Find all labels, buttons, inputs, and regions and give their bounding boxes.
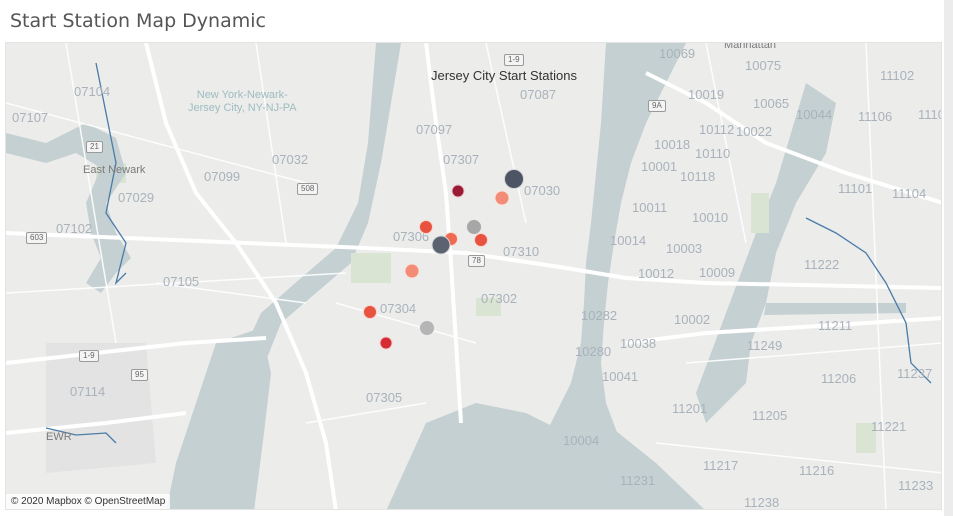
road-shield: 9A bbox=[648, 100, 666, 112]
zip-label: 11238 bbox=[744, 495, 780, 510]
road-shield: 21 bbox=[86, 141, 103, 153]
zip-label: 10022 bbox=[736, 124, 773, 139]
zip-label: 07030 bbox=[524, 183, 561, 198]
zip-label: 10075 bbox=[745, 58, 782, 73]
zip-label: 11101 bbox=[838, 181, 873, 196]
newtown-creek bbox=[764, 303, 906, 315]
park bbox=[351, 253, 391, 283]
place-label-ewr: EWR bbox=[46, 431, 72, 443]
zip-label: 07107 bbox=[12, 110, 49, 125]
zip-label: 10003 bbox=[666, 241, 703, 256]
map-attribution[interactable]: © 2020 Mapbox © OpenStreetMap bbox=[6, 494, 171, 509]
zip-label: 11217 bbox=[703, 458, 739, 473]
zip-label: 11102 bbox=[880, 68, 915, 83]
zip-label: 07310 bbox=[503, 244, 540, 259]
zip-label: 07305 bbox=[366, 390, 403, 405]
zip-label: 10069 bbox=[659, 46, 696, 61]
zip-label: 11206 bbox=[821, 371, 857, 386]
zip-label: 11201 bbox=[672, 401, 708, 416]
place-label-airport: New York-Newark- Jersey City, NY-NJ-PA bbox=[188, 89, 297, 114]
zip-label: 07102 bbox=[56, 221, 93, 236]
road-shield: 508 bbox=[297, 183, 319, 195]
zip-label: 11211 bbox=[818, 318, 853, 333]
zip-label: 07032 bbox=[272, 152, 309, 167]
station-marker[interactable] bbox=[474, 233, 488, 247]
zip-label: 10002 bbox=[674, 312, 711, 327]
zip-label: 07104 bbox=[74, 84, 111, 99]
place-label-east-newark: East Newark bbox=[83, 164, 146, 176]
zip-label: 11249 bbox=[747, 338, 783, 353]
station-marker[interactable] bbox=[494, 190, 510, 206]
station-marker[interactable] bbox=[419, 220, 433, 234]
zip-label: 11233 bbox=[898, 478, 934, 493]
zip-label: 11221 bbox=[871, 419, 907, 434]
station-marker[interactable] bbox=[363, 305, 377, 319]
road-shield: 603 bbox=[26, 232, 48, 244]
zip-label: 10118 bbox=[680, 169, 716, 184]
station-marker[interactable] bbox=[431, 235, 451, 255]
zip-label: 10110 bbox=[695, 146, 731, 161]
airport-area bbox=[46, 343, 156, 473]
zip-label: 10001 bbox=[641, 159, 678, 174]
station-marker[interactable] bbox=[379, 336, 393, 350]
zip-label: 10112 bbox=[699, 122, 735, 137]
zip-label: 07304 bbox=[380, 301, 417, 316]
zip-label: 10014 bbox=[610, 233, 647, 248]
zip-label: 10012 bbox=[638, 266, 675, 281]
station-map[interactable]: Manhattan East Newark EWR New York-Newar… bbox=[5, 42, 942, 510]
zip-label: 10044 bbox=[796, 107, 833, 122]
zip-label: 07105 bbox=[163, 274, 200, 289]
zip-label: 07029 bbox=[118, 190, 155, 205]
scrollbar-track[interactable] bbox=[944, 0, 953, 516]
place-label-manhattan: Manhattan bbox=[724, 42, 776, 51]
zip-label: 11106 bbox=[858, 109, 893, 124]
zip-label: 07097 bbox=[416, 122, 453, 137]
zip-label: 10009 bbox=[699, 265, 736, 280]
zip-label: 07087 bbox=[520, 87, 557, 102]
zip-label: 11231 bbox=[620, 473, 656, 488]
zip-label: 07307 bbox=[443, 152, 480, 167]
zip-label: 11237 bbox=[897, 366, 933, 381]
zip-label: 10282 bbox=[581, 308, 618, 323]
zip-label: 11222 bbox=[804, 257, 840, 272]
road-shield: 95 bbox=[131, 369, 148, 381]
station-marker[interactable] bbox=[504, 169, 524, 189]
road-shield: 78 bbox=[468, 255, 485, 267]
zip-label: 10018 bbox=[654, 137, 691, 152]
zip-label: 1110 bbox=[918, 107, 941, 122]
station-marker[interactable] bbox=[404, 263, 420, 279]
station-marker[interactable] bbox=[451, 184, 465, 198]
zip-label: 07114 bbox=[70, 384, 106, 399]
zip-label: 10010 bbox=[692, 210, 729, 225]
dashboard-title: Start Station Map Dynamic bbox=[10, 10, 266, 32]
zip-label: 10011 bbox=[632, 200, 668, 215]
zip-label: 11205 bbox=[752, 408, 788, 423]
zip-label: 11104 bbox=[892, 186, 927, 201]
road-shield: 1-9 bbox=[504, 54, 524, 66]
zip-label: 10038 bbox=[620, 336, 657, 351]
zip-label: 10019 bbox=[688, 87, 725, 102]
zip-label: 10280 bbox=[575, 344, 612, 359]
zip-label: 07302 bbox=[481, 291, 518, 306]
road-shield: 1-9 bbox=[79, 350, 99, 362]
zip-label: 10065 bbox=[753, 96, 790, 111]
map-overlay-title: Jersey City Start Stations bbox=[431, 68, 577, 83]
zip-label: 10004 bbox=[563, 433, 600, 448]
zip-label: 11216 bbox=[799, 463, 835, 478]
zip-label: 10041 bbox=[602, 369, 639, 384]
park bbox=[751, 193, 769, 233]
zip-label: 07099 bbox=[204, 169, 241, 184]
station-marker[interactable] bbox=[419, 320, 435, 336]
